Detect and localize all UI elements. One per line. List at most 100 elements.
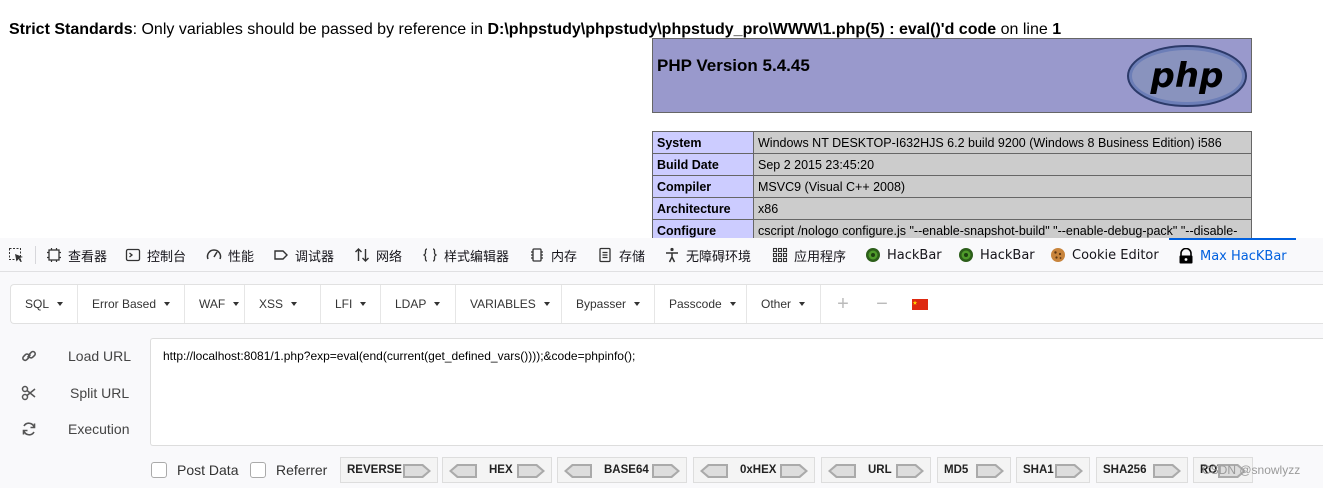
devtools-tab-样式编辑器[interactable]: 样式编辑器 (422, 238, 509, 272)
menu-label: Other (761, 297, 792, 311)
devtools-tab-内存[interactable]: 内存 (529, 238, 577, 272)
hackbar-side-actions: Load URL Split URL Execution (10, 338, 138, 448)
menu-ldap[interactable]: LDAP (381, 285, 456, 323)
devtools-tab-无障碍环境[interactable]: 无障碍环境 (664, 238, 751, 272)
encode-arrow-icon (896, 464, 924, 478)
post-data-checkbox[interactable] (151, 462, 167, 478)
chevron-down-icon (164, 302, 171, 306)
encoder-label: MD5 (944, 464, 969, 476)
url-textarea[interactable]: http://localhost:8081/1.php?exp=eval(end… (150, 338, 1323, 446)
devtools-tab-网络[interactable]: 网络 (354, 238, 402, 272)
warning-label: Strict Standards (9, 21, 133, 38)
devtools-tab-label: 网络 (376, 249, 403, 265)
encode-url-button[interactable]: URL (821, 457, 931, 483)
devtools-tab-label: 调试器 (295, 249, 335, 265)
encode-arrow-icon (780, 464, 808, 478)
menu-xss[interactable]: XSS (245, 285, 321, 323)
url-text: http://localhost:8081/1.php?exp=eval(end… (163, 349, 636, 363)
encode-base64-button[interactable]: BASE64 (557, 457, 687, 483)
encode-reverse-button[interactable]: REVERSE (340, 457, 438, 483)
devtools-tab-hackbar[interactable]: HackBar (958, 238, 1035, 272)
phpinfo-value: MSVC9 (Visual C++ 2008) (753, 175, 1252, 198)
referrer-checkbox[interactable] (250, 462, 266, 478)
devtools-tab-label: 应用程序 (794, 249, 847, 265)
phpinfo-row: Compiler MSVC9 (Visual C++ 2008) (652, 175, 1252, 198)
phpinfo-row: Architecture x86 (652, 197, 1252, 220)
phpinfo-key: Architecture (652, 197, 754, 220)
devtools-tab-调试器[interactable]: 调试器 (273, 238, 334, 272)
devtools-tab-bar: 查看器 控制台 性能 调试器 网络 样式编辑器 内存 存储 无障碍环境 应用程序 HackBar Ha… (0, 238, 1323, 272)
devtools-tab-应用程序[interactable]: 应用程序 (772, 238, 846, 272)
devtools-tab-label: 控制台 (147, 249, 187, 265)
devtools-tab-label: 样式编辑器 (444, 249, 510, 265)
encoder-label: REVERSE (347, 464, 402, 476)
menu-sql[interactable]: SQL (11, 285, 78, 323)
decode-arrow-icon (828, 464, 856, 478)
php-version-title: PHP Version 5.4.45 (657, 56, 810, 75)
chevron-down-icon (57, 302, 64, 306)
phpinfo-value: x86 (753, 197, 1252, 220)
warning-path: D:\phpstudy\phpstudy\phpstudy_pro\WWW\1.… (487, 21, 997, 38)
execution-button[interactable]: Execution (10, 414, 138, 444)
memory-icon (531, 248, 543, 262)
chevron-down-icon (799, 302, 806, 306)
refresh-icon (22, 422, 36, 436)
devtools-tab-hackbar[interactable]: HackBar (865, 238, 942, 272)
menu-error-based[interactable]: Error Based (78, 285, 185, 323)
encode-sha256-button[interactable]: SHA256 (1096, 457, 1188, 483)
split-url-button[interactable]: Split URL (10, 378, 138, 408)
plus-icon[interactable]: + (829, 285, 857, 323)
performance-icon (206, 249, 222, 260)
encode-0xhex-button[interactable]: 0xHEX (693, 457, 815, 483)
warning-line-number: 1 (1052, 21, 1062, 38)
application-icon (772, 247, 788, 263)
warning-on-line: on line (996, 21, 1053, 38)
scissors-icon (21, 385, 36, 401)
load-url-button[interactable]: Load URL (10, 341, 138, 371)
encode-arrow-icon (517, 464, 545, 478)
devtools-tab-label: 查看器 (68, 249, 108, 265)
menu-passcode[interactable]: Passcode (655, 285, 747, 323)
phpinfo-header: PHP Version 5.4.45 php (652, 38, 1252, 113)
encode-hex-button[interactable]: HEX (442, 457, 552, 483)
minus-icon[interactable]: − (868, 285, 896, 323)
phpinfo-row: System Windows NT DESKTOP-I632HJS 6.2 bui… (652, 131, 1252, 154)
devtools-tab-max-hackbar[interactable]: Max HacKBar (1169, 238, 1296, 272)
devtools-tab-cookie-editor[interactable]: Cookie Editor (1050, 238, 1159, 272)
menu-waf[interactable]: WAF (185, 285, 245, 323)
encode-md5-button[interactable]: MD5 (937, 457, 1011, 483)
split-url-label: Split URL (70, 385, 130, 401)
devtools-tab-控制台[interactable]: 控制台 (125, 238, 186, 272)
accessibility-icon (666, 247, 678, 263)
devtools-tab-label: HackBar (887, 247, 942, 263)
devtools-tab-查看器[interactable]: 查看器 (46, 238, 107, 272)
hackbar-menu-bar: SQL Error Based WAF XSS LFI LDAP VARIABLES Bypa… (10, 284, 1323, 324)
menu-label: LFI (335, 297, 353, 311)
encode-sha1-button[interactable]: SHA1 (1016, 457, 1090, 483)
chevron-down-icon (291, 302, 298, 306)
chevron-down-icon (729, 302, 736, 306)
encode-arrow-icon (976, 464, 1004, 478)
menu-label: XSS (259, 297, 284, 311)
php-logo-text: php (1150, 56, 1224, 96)
language-flag-icon[interactable] (910, 285, 930, 323)
menu-label: VARIABLES (470, 297, 536, 311)
menu-variables[interactable]: VARIABLES (456, 285, 562, 323)
chevron-down-icon (233, 302, 240, 306)
encoder-label: 0xHEX (740, 464, 777, 476)
menu-bypasser[interactable]: Bypasser (562, 285, 655, 323)
menu-label: SQL (25, 297, 50, 311)
phpinfo-row: Build Date Sep 2 2015 23:45:20 (652, 153, 1252, 176)
encode-arrow-icon (403, 464, 431, 478)
devtools-tab-性能[interactable]: 性能 (206, 238, 254, 272)
devtools-tab-存储[interactable]: 存储 (597, 238, 645, 272)
chevron-down-icon (434, 302, 441, 306)
element-picker-icon[interactable] (8, 238, 24, 272)
encode-arrow-icon (1153, 464, 1181, 478)
chevron-down-icon (543, 302, 550, 306)
menu-other[interactable]: Other (747, 285, 821, 323)
menu-lfi[interactable]: LFI (321, 285, 381, 323)
encoder-label: SHA256 (1103, 464, 1147, 476)
encoder-label: BASE64 (604, 464, 649, 476)
devtools-tab-label: 无障碍环境 (686, 249, 752, 265)
